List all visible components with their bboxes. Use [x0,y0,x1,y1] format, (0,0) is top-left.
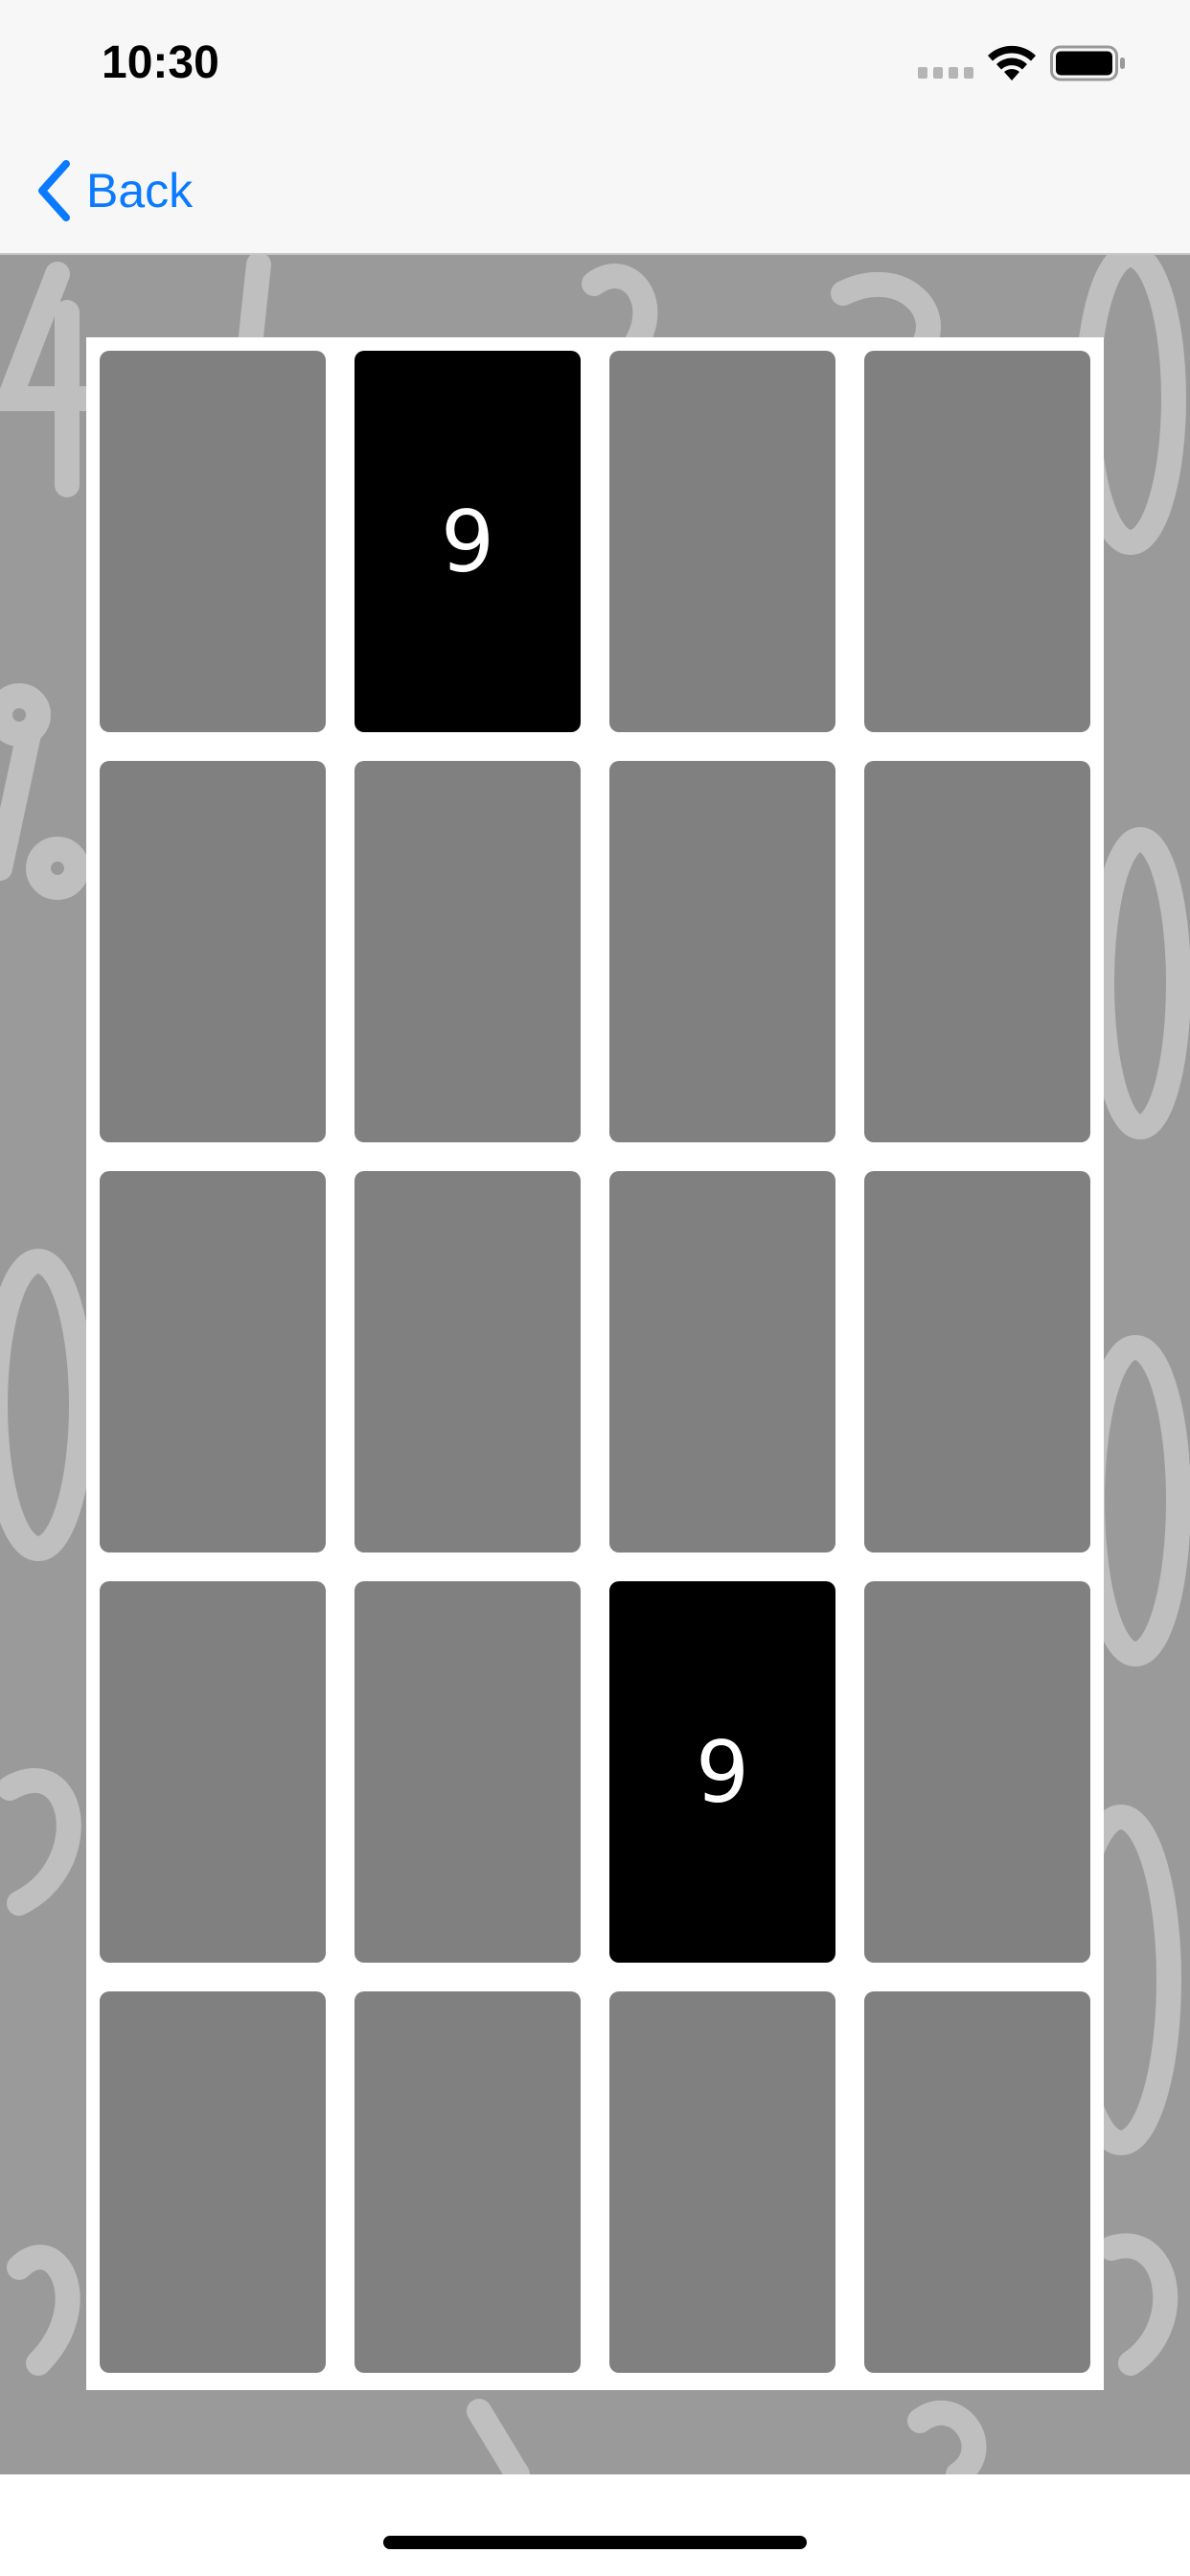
game-area: 99 [0,255,1190,2474]
tile-hidden[interactable] [864,1581,1090,1963]
home-indicator[interactable] [383,2536,807,2549]
tile-hidden[interactable] [355,761,581,1142]
tile-hidden[interactable] [100,1581,326,1963]
status-bar: 10:30 [0,0,1190,125]
tile-hidden[interactable] [864,1991,1090,2373]
battery-icon [1050,45,1125,81]
tile-hidden[interactable] [355,1171,581,1552]
tile-hidden[interactable] [864,761,1090,1142]
tile-hidden[interactable] [355,1991,581,2373]
back-button[interactable]: Back [34,157,193,224]
tile-hidden[interactable] [100,1991,326,2373]
navigation-bar: Back [0,125,1190,255]
tile-revealed[interactable]: 9 [609,1581,835,1963]
tile-hidden[interactable] [609,351,835,732]
tile-hidden[interactable] [609,761,835,1142]
game-board: 99 [86,337,1104,2390]
back-label: Back [86,164,194,218]
tile-hidden[interactable] [864,351,1090,732]
home-indicator-area [0,2474,1190,2576]
tile-revealed[interactable]: 9 [355,351,581,732]
tile-hidden[interactable] [100,1171,326,1552]
status-time: 10:30 [102,37,219,88]
chevron-left-icon [38,160,70,221]
tile-hidden[interactable] [100,351,326,732]
tile-hidden[interactable] [864,1171,1090,1552]
tile-hidden[interactable] [355,1581,581,1963]
tile-hidden[interactable] [609,1991,835,2373]
wifi-icon [988,45,1036,80]
tile-hidden[interactable] [100,761,326,1142]
tile-hidden[interactable] [609,1171,835,1552]
cellular-signal-icon [918,67,973,79]
